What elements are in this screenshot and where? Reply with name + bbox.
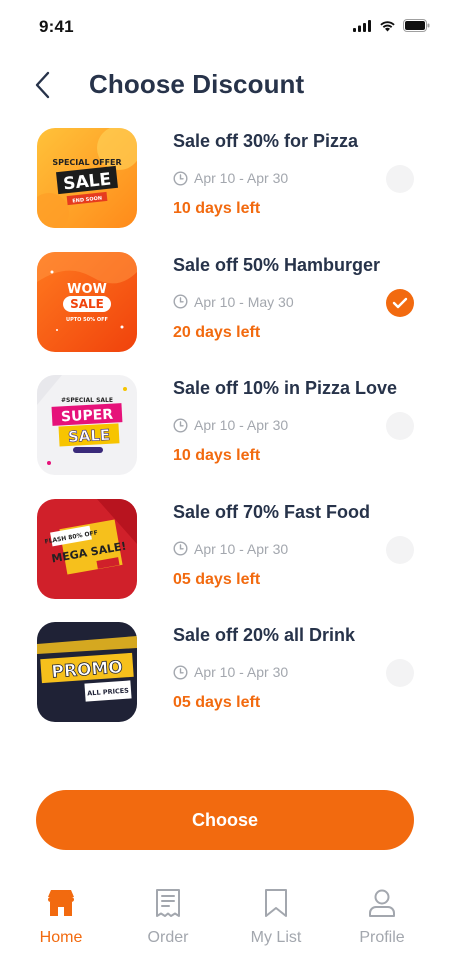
svg-text:UPTO 50% OFF: UPTO 50% OFF	[66, 317, 108, 323]
discount-date: Apr 10 - Apr 30	[173, 541, 288, 557]
select-radio-checked[interactable]	[386, 288, 414, 317]
discount-item[interactable]: FLASH 80% OFF MEGA SALE! Sale off 70% Fa…	[0, 493, 450, 617]
clock-icon	[173, 541, 188, 556]
nav-item-profile[interactable]: Profile	[337, 885, 427, 947]
nav-label: Home	[39, 929, 83, 946]
clock-icon	[173, 170, 188, 186]
discount-list: SPECIAL OFFER SALE END SOON Sale off 30%…	[0, 122, 450, 740]
choose-button[interactable]: Choose	[36, 790, 414, 850]
status-icons	[353, 19, 430, 32]
nav-item-home[interactable]: Home	[16, 885, 106, 947]
select-radio[interactable]	[386, 412, 414, 440]
select-radio[interactable]	[386, 165, 414, 193]
clock-icon	[173, 417, 188, 433]
discount-thumbnail: #SPECIAL SALE SUPER SALE	[37, 375, 137, 475]
store-icon	[46, 885, 76, 921]
date-range: Apr 10 - Apr 30	[194, 664, 289, 680]
header: Choose Discount	[0, 60, 450, 110]
svg-text:SALE: SALE	[67, 426, 110, 446]
user-icon	[368, 885, 396, 921]
back-button[interactable]	[26, 68, 58, 102]
date-range: Apr 10 - May 30	[194, 293, 294, 310]
bookmark-icon	[264, 885, 288, 921]
check-icon	[392, 297, 408, 308]
discount-item[interactable]: PROMO ALL PRICES Sale off 20% all Drink …	[0, 616, 450, 740]
signal-icon	[353, 19, 371, 32]
status-time: 9:41	[39, 17, 74, 36]
svg-text:WOW: WOW	[67, 282, 107, 297]
receipt-icon	[155, 885, 181, 921]
discount-thumbnail: SPECIAL OFFER SALE END SOON	[37, 128, 137, 228]
svg-text:#SPECIAL SALE: #SPECIAL SALE	[61, 397, 113, 404]
days-left: 20 days left	[173, 323, 261, 341]
date-range: Apr 10 - Apr 30	[194, 417, 289, 433]
discount-date: Apr 10 - Apr 30	[173, 170, 288, 186]
select-radio[interactable]	[386, 659, 414, 687]
discount-thumbnail: FLASH 80% OFF MEGA SALE!	[37, 498, 137, 599]
discount-thumbnail: WOW SALE UPTO 50% OFF	[37, 251, 137, 352]
date-range: Apr 10 - Apr 30	[194, 170, 289, 186]
discount-date: Apr 10 - Apr 30	[173, 664, 288, 680]
discount-item[interactable]: SPECIAL OFFER SALE END SOON Sale off 30%…	[0, 122, 450, 246]
discount-thumbnail: PROMO ALL PRICES	[37, 622, 137, 722]
svg-text:SUPER: SUPER	[61, 407, 114, 426]
discount-title: Sale off 50% Hamburger	[173, 254, 381, 275]
clock-icon	[173, 664, 188, 680]
discount-title: Sale off 10% in Pizza Love	[173, 378, 398, 398]
clock-icon	[173, 294, 188, 309]
svg-text:SPECIAL OFFER: SPECIAL OFFER	[52, 158, 121, 167]
discount-item[interactable]: #SPECIAL SALE SUPER SALE Sale off 10% in…	[0, 369, 450, 493]
days-left: 10 days left	[173, 447, 261, 464]
discount-item[interactable]: WOW SALE UPTO 50% OFF Sale off 50% Hambu…	[0, 246, 450, 370]
days-left: 05 days left	[173, 570, 261, 588]
wifi-icon	[380, 20, 395, 31]
nav-item-order[interactable]: Order	[123, 885, 213, 947]
nav-label: Profile	[359, 929, 405, 946]
chevron-left-icon	[35, 71, 50, 99]
discount-date: Apr 10 - Apr 30	[173, 417, 288, 433]
discount-date: Apr 10 - May 30	[173, 294, 294, 310]
nav-item-my-list[interactable]: My List	[231, 885, 321, 947]
nav-label: My List	[250, 929, 302, 946]
date-range: Apr 10 - Apr 30	[194, 540, 289, 557]
select-radio[interactable]	[386, 535, 414, 564]
battery-icon	[403, 19, 430, 32]
discount-title: Sale off 30% for Pizza	[173, 131, 359, 151]
nav-label: Order	[147, 929, 189, 946]
discount-title: Sale off 20% all Drink	[173, 625, 356, 645]
days-left: 10 days left	[173, 200, 261, 217]
status-bar: 9:41	[0, 0, 450, 52]
bottom-nav: Home Order My List Profile	[0, 885, 450, 974]
discount-title: Sale off 70% Fast Food	[173, 501, 371, 522]
page-title: Choose Discount	[89, 69, 305, 99]
svg-text:SALE: SALE	[70, 297, 104, 311]
days-left: 05 days left	[173, 694, 261, 711]
